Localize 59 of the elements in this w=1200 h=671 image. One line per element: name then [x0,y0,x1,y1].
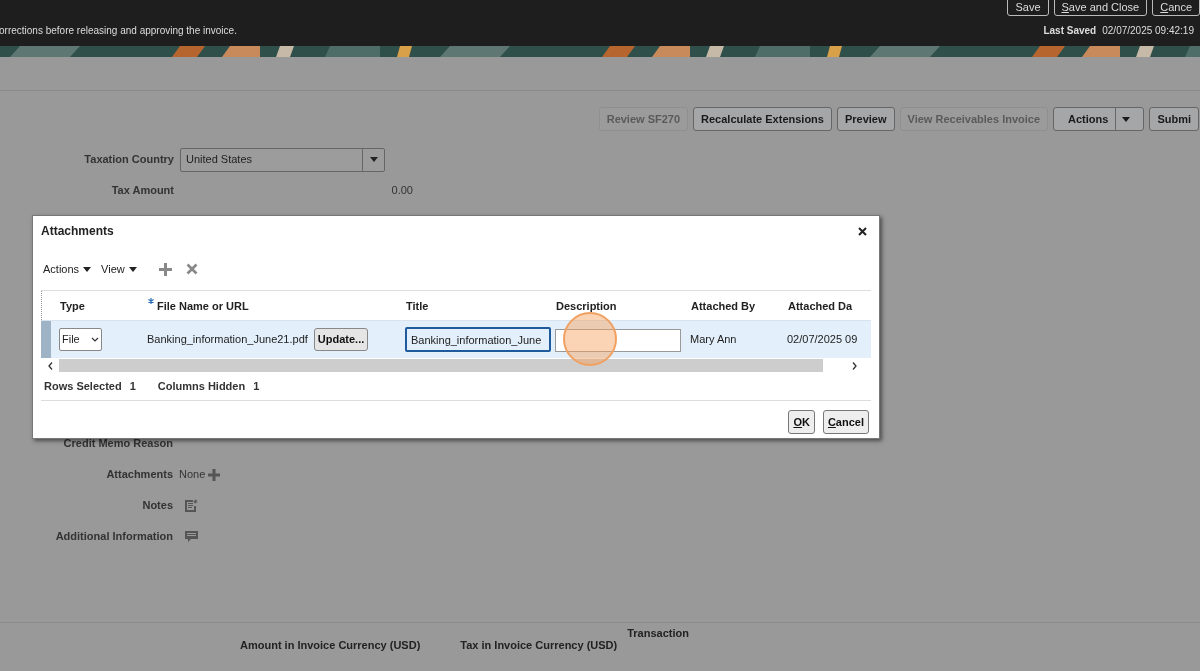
scroll-left-icon[interactable] [47,361,53,370]
type-select[interactable]: File [59,328,102,351]
field-label: Notes [141,498,174,514]
column-header: Type [60,298,85,314]
attached-date: 02/07/2025 09 [787,332,858,348]
menu-button[interactable]: View [101,260,137,278]
header-button[interactable]: Save [1007,0,1049,16]
dialog-button[interactable]: Cancel [822,410,869,434]
column-header: Transaction [627,626,689,641]
add-icon[interactable] [208,468,221,481]
status-value: 1 [129,379,136,395]
header-button[interactable]: Cance [1152,0,1200,16]
field-label: Taxation Country [83,152,175,168]
column-header: Tax in Invoice Currency (USD) [460,638,618,653]
header-message: orrections before releasing and approving the invoice. [0,24,237,38]
notes-icon[interactable] [185,499,198,512]
status-label: Rows Selected [44,379,122,395]
header-button[interactable]: Save and Close [1053,0,1148,16]
chevron-down-icon [91,337,99,342]
dialog-button[interactable]: OK [788,410,815,434]
field-label: Credit Memo Reason [62,436,174,452]
toolbar-button[interactable]: Submi [1149,107,1199,131]
delete-icon[interactable] [185,263,198,275]
attachments-value: None [179,467,206,483]
field-label: Additional Information [54,529,174,545]
file-name: Banking_information_June21.pdf [147,332,308,348]
click-highlight [563,312,617,366]
status-value: 1 [253,379,260,395]
select-field[interactable]: United States [180,147,385,172]
field-label: Attachments [105,467,174,483]
toolbar-button[interactable]: Recalculate Extensions [693,107,832,131]
description-field[interactable] [555,328,681,352]
column-header: Attached Da [788,298,853,314]
tax-amount-value: 0.00 [390,183,413,199]
last-saved-value: 02/07/2025 09:42:19 [1102,24,1194,38]
caret-icon [369,157,378,162]
column-header: Attached By [691,298,756,314]
scroll-right-icon[interactable] [852,361,857,370]
dialog-title: Attachments [41,223,114,240]
close-icon[interactable] [858,226,867,236]
title-field[interactable]: Banking_information_June [405,327,551,353]
actions-menu-button[interactable]: Actions [1053,107,1145,131]
update-button[interactable]: Update... [313,328,369,351]
information-icon[interactable] [185,531,198,542]
caret-icon [1122,116,1131,122]
table-row[interactable]: File Banking_information_June21.pdf Update... Banking_information_June Mary Ann 02/07/2025 09 [41,320,871,358]
caret-icon [128,266,137,272]
column-header: File Name or URL [157,298,249,314]
field-label: Tax Amount [110,183,175,199]
column-header: Title [406,298,429,314]
toolbar-button[interactable]: Preview [836,107,895,131]
column-header: Amount in Invoice Currency (USD) [240,638,421,653]
caret-icon [83,266,92,272]
column-header: Description [556,298,617,314]
add-icon[interactable] [158,262,172,276]
attached-by: Mary Ann [690,332,738,348]
last-saved-label: Last Saved [1043,24,1097,38]
menu-button[interactable]: Actions [43,260,92,278]
status-label: Columns Hidden [157,379,246,395]
